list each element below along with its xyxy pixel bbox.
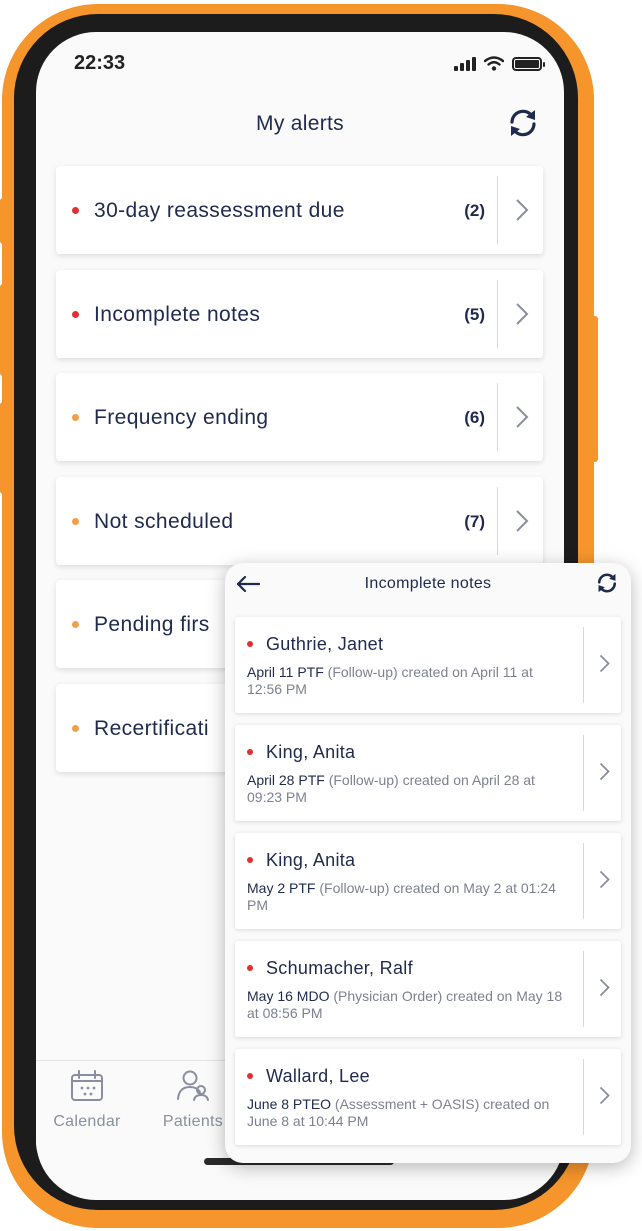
alert-label: Frequency ending [94, 406, 269, 429]
panel-header: Incomplete notes [225, 563, 631, 607]
status-dot [247, 1073, 253, 1079]
status-dot [72, 207, 79, 214]
alert-count: (2) [464, 201, 485, 220]
divider [497, 176, 498, 244]
alert-item-30-day-reassessment[interactable]: 30-day reassessment due (2) [56, 166, 543, 254]
status-dot [247, 857, 253, 863]
status-icons [454, 56, 545, 71]
chevron-right-icon [599, 978, 610, 997]
note-code: April 28 PTF [247, 772, 325, 788]
note-detail: June 8 PTEO (Assessment + OASIS) created… [247, 1096, 567, 1130]
alert-label: Recertificati [94, 716, 209, 740]
header: My alerts [36, 104, 564, 144]
alert-label: 30-day reassessment due [94, 199, 345, 222]
divider [497, 383, 498, 451]
wifi-icon [484, 56, 504, 71]
status-dot [72, 310, 79, 318]
note-code: June 8 PTEO [247, 1096, 332, 1112]
divider [583, 1059, 584, 1135]
note-item[interactable]: King, Anita April 28 PTF (Follow-up) cre… [235, 725, 621, 821]
status-dot [72, 414, 79, 421]
page-title: My alerts [256, 112, 344, 135]
note-item[interactable]: Wallard, Lee June 8 PTEO (Assessment + O… [235, 1049, 621, 1145]
chevron-right-icon [516, 509, 529, 532]
status-bar: 22:33 [36, 50, 564, 80]
patient-name: Schumacher, Ralf [266, 958, 413, 978]
chevron-right-icon [599, 762, 610, 781]
note-item[interactable]: Schumacher, Ralf May 16 MDO (Physician O… [235, 941, 621, 1037]
alert-count: (5) [464, 304, 485, 324]
chevron-right-icon [516, 406, 529, 428]
status-dot [247, 965, 253, 971]
alert-count: (6) [464, 408, 485, 427]
panel-title: Incomplete notes [364, 575, 492, 592]
note-detail: May 16 MDO (Physician Order) created on … [247, 988, 567, 1022]
status-dot [72, 621, 79, 628]
alert-count: (7) [464, 511, 485, 531]
note-item[interactable]: King, Anita May 2 PTF (Follow-up) create… [235, 833, 621, 929]
divider [497, 279, 498, 348]
battery-icon [512, 57, 545, 71]
divider [583, 627, 584, 703]
alert-item-frequency-ending[interactable]: Frequency ending (6) [56, 373, 543, 461]
nav-item-calendar[interactable]: Calendar [37, 1069, 137, 1131]
status-dot [72, 517, 79, 525]
alert-label: Incomplete notes [94, 302, 261, 326]
patient-name: King, Anita [266, 850, 356, 870]
divider [497, 486, 498, 555]
patients-icon [177, 1070, 209, 1101]
status-dot [247, 749, 253, 755]
patient-name: Wallard, Lee [266, 1066, 370, 1086]
side-button [0, 402, 6, 494]
divider [583, 951, 584, 1027]
chevron-right-icon [516, 302, 529, 325]
chevron-right-icon [599, 1086, 610, 1105]
alert-item-not-scheduled[interactable]: Not scheduled (7) [56, 476, 543, 565]
patient-name: King, Anita [266, 742, 356, 762]
alert-label: Not scheduled [94, 509, 234, 533]
chevron-right-icon [599, 654, 610, 673]
incomplete-notes-panel: Incomplete notes Guthrie, Janet April 11… [225, 563, 631, 1163]
status-dot [72, 724, 79, 732]
alert-label: Pending firs [94, 613, 210, 636]
divider [583, 843, 584, 919]
calendar-icon [71, 1070, 103, 1101]
side-button [592, 316, 598, 462]
status-time: 22:33 [74, 52, 126, 74]
note-code: May 2 PTF [247, 880, 316, 896]
patient-name: Guthrie, Janet [266, 634, 384, 654]
note-code: April 11 PTF [247, 664, 324, 680]
note-detail: May 2 PTF (Follow-up) created on May 2 a… [247, 880, 567, 914]
note-code: May 16 MDO [247, 988, 330, 1004]
status-dot [247, 641, 253, 647]
alert-item-incomplete-notes[interactable]: Incomplete notes (5) [56, 269, 543, 358]
side-button [0, 284, 6, 376]
chevron-right-icon [599, 870, 610, 889]
note-list: Guthrie, Janet April 11 PTF (Follow-up) … [235, 617, 621, 1157]
note-detail: April 11 PTF (Follow-up) created on Apri… [247, 664, 567, 698]
refresh-icon[interactable] [506, 106, 540, 140]
refresh-icon[interactable] [595, 571, 619, 595]
nav-label: Calendar [53, 1113, 121, 1130]
note-detail: April 28 PTF (Follow-up) created on Apri… [247, 772, 567, 806]
signal-icon [454, 57, 476, 71]
note-item[interactable]: Guthrie, Janet April 11 PTF (Follow-up) … [235, 617, 621, 713]
chevron-right-icon [516, 199, 529, 221]
divider [583, 735, 584, 811]
side-button [0, 198, 6, 244]
